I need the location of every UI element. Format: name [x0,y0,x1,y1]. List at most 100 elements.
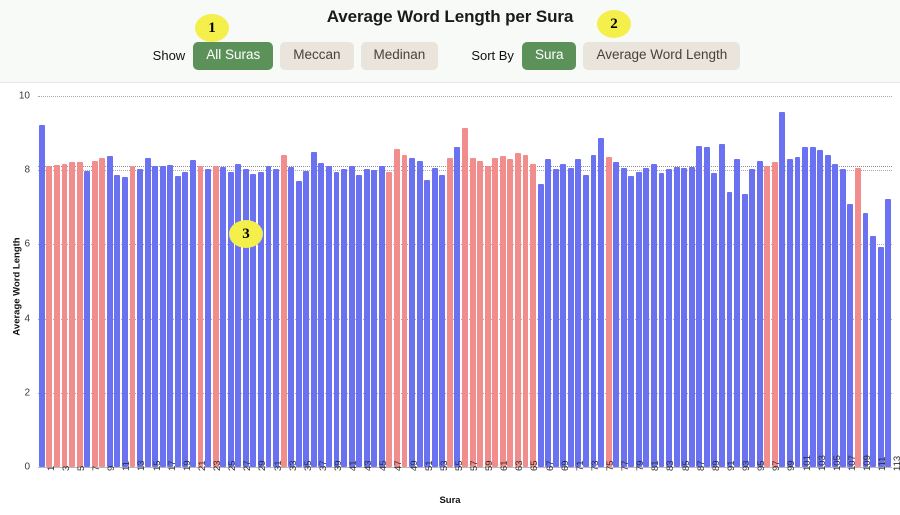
bar-sura-30[interactable] [257,171,264,467]
bar-sura-44[interactable] [363,168,370,467]
bar-sura-15[interactable] [144,158,151,467]
bar-sura-78[interactable] [620,167,627,467]
bar-sura-72[interactable] [575,159,582,467]
bar-sura-49[interactable] [401,155,408,467]
bar-sura-57[interactable] [462,127,468,467]
bar-sura-76[interactable] [605,156,612,467]
bar-sura-103[interactable] [809,147,816,467]
bar-sura-39[interactable] [326,166,332,467]
bar-sura-34[interactable] [288,167,295,467]
bar-sura-4[interactable] [61,163,68,467]
bar-sura-29[interactable] [250,173,257,467]
bar-sura-28[interactable] [242,168,249,467]
bar-sura-69[interactable] [552,169,559,467]
bar-sura-41[interactable] [341,169,348,467]
bar-sura-105[interactable] [824,154,831,467]
bar-sura-43[interactable] [356,174,363,467]
bar-sura-67[interactable] [537,184,544,467]
bar-sura-99[interactable] [779,111,786,467]
bar-sura-110[interactable] [862,213,869,467]
bar-sura-16[interactable] [152,165,159,467]
bar-sura-5[interactable] [69,162,75,467]
bar-sura-71[interactable] [567,167,574,467]
bar-sura-77[interactable] [613,162,620,467]
bar-sura-54[interactable] [439,175,446,467]
bar-sura-73[interactable] [582,174,589,467]
bar-sura-6[interactable] [76,161,83,467]
bar-sura-86[interactable] [681,167,688,467]
bar-sura-85[interactable] [673,167,680,467]
bar-sura-66[interactable] [530,164,536,467]
bar-sura-63[interactable] [507,159,514,467]
bar-sura-52[interactable] [424,179,431,467]
bar-sura-79[interactable] [628,176,635,467]
bar-sura-59[interactable] [477,161,484,467]
bar-sura-106[interactable] [832,163,839,467]
bar-sura-31[interactable] [265,165,272,467]
bar-sura-7[interactable] [84,170,91,467]
bar-sura-22[interactable] [197,166,204,467]
bar-sura-83[interactable] [658,173,665,467]
show-meccan-button[interactable]: Meccan [280,42,354,70]
bar-sura-24[interactable] [212,166,219,467]
bar-sura-19[interactable] [174,176,181,467]
bar-sura-87[interactable] [688,167,695,467]
bar-sura-111[interactable] [870,236,877,467]
bar-sura-95[interactable] [749,169,756,467]
bar-sura-26[interactable] [227,172,234,467]
bar-sura-3[interactable] [53,165,60,467]
bar-sura-90[interactable] [711,173,718,467]
bar-sura-55[interactable] [446,158,453,467]
bar-sura-94[interactable] [741,193,748,467]
bar-sura-75[interactable] [598,138,604,467]
bar-sura-2[interactable] [46,165,53,467]
bar-sura-12[interactable] [121,176,128,467]
bar-sura-62[interactable] [499,156,506,467]
bar-sura-64[interactable] [514,153,521,467]
bar-sura-109[interactable] [855,167,861,467]
bar-sura-104[interactable] [817,150,824,467]
bar-sura-13[interactable] [129,166,136,467]
show-all-suras-button[interactable]: All Suras [193,42,274,70]
bar-sura-1[interactable] [38,124,45,467]
bar-sura-107[interactable] [839,168,846,467]
bar-sura-65[interactable] [522,154,529,467]
bar-sura-74[interactable] [590,154,597,467]
bar-sura-89[interactable] [703,147,710,467]
bar-sura-70[interactable] [560,163,567,467]
bar-sura-102[interactable] [802,147,809,467]
bar-sura-100[interactable] [787,159,793,467]
bar-sura-101[interactable] [794,156,801,467]
bar-sura-91[interactable] [719,144,725,467]
bar-sura-14[interactable] [137,169,143,467]
bar-sura-45[interactable] [371,170,378,467]
bar-sura-108[interactable] [847,204,854,467]
bar-sura-96[interactable] [756,160,763,467]
bar-sura-93[interactable] [734,159,740,467]
bar-sura-27[interactable] [235,164,242,467]
bar-sura-33[interactable] [280,154,287,467]
bar-sura-98[interactable] [771,162,778,467]
sort-by-avg-word-length-button[interactable]: Average Word Length [583,42,741,70]
bar-sura-21[interactable] [189,159,196,467]
bar-sura-112[interactable] [877,247,884,467]
bar-sura-113[interactable] [885,199,892,467]
bar-sura-97[interactable] [764,166,771,467]
bar-sura-92[interactable] [726,191,733,467]
bar-sura-46[interactable] [378,165,385,467]
bar-sura-17[interactable] [159,166,166,467]
sort-by-sura-button[interactable]: Sura [521,42,577,70]
bar-sura-58[interactable] [469,158,476,467]
bar-sura-32[interactable] [273,168,279,467]
bar-sura-11[interactable] [114,175,121,467]
show-medinan-button[interactable]: Medinan [360,42,439,70]
bar-sura-47[interactable] [386,171,393,467]
bar-sura-20[interactable] [182,171,189,467]
bar-sura-61[interactable] [492,158,499,467]
bar-sura-81[interactable] [643,167,650,467]
bar-sura-82[interactable] [650,164,657,467]
bar-sura-10[interactable] [106,156,113,467]
bar-sura-25[interactable] [220,167,227,467]
bar-sura-35[interactable] [295,180,302,467]
bar-sura-68[interactable] [545,159,552,467]
